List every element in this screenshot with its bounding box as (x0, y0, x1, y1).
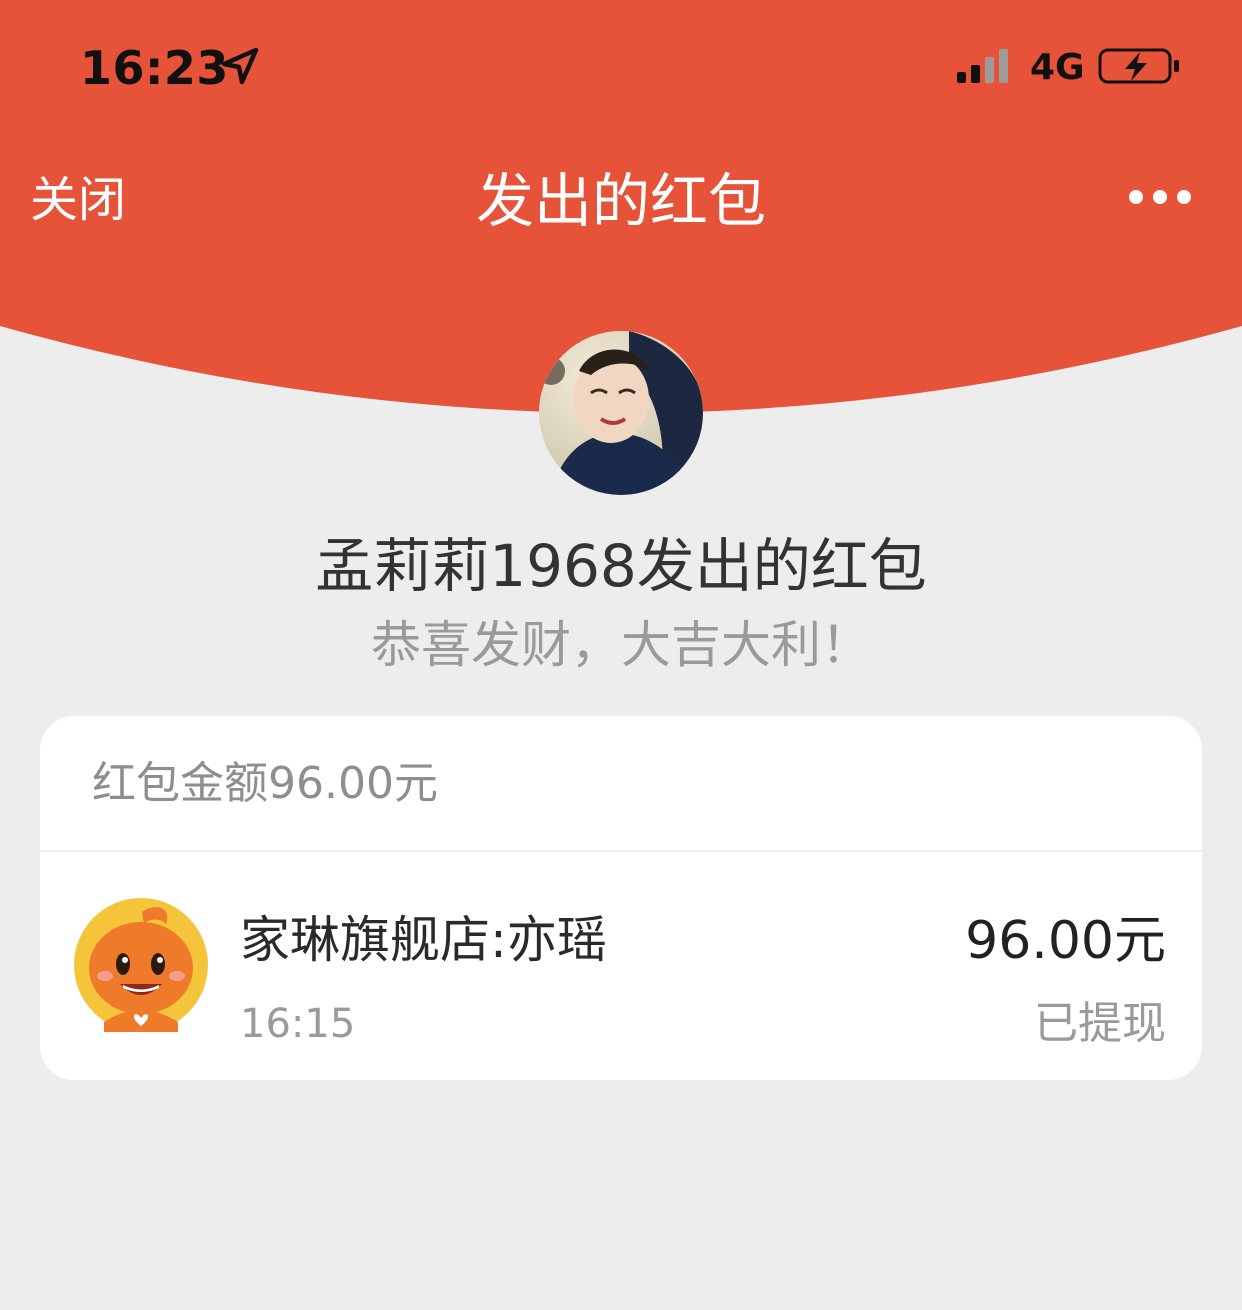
sender-name: 孟莉莉1968 (315, 532, 637, 600)
summary-label: 红包金额 (92, 758, 268, 809)
signal-bars-icon (957, 49, 1008, 83)
network-type-label: 4G (1030, 47, 1085, 88)
blessing-message: 恭喜发财，大吉大利！ (371, 616, 871, 674)
receiver-row[interactable]: 家琳旗舰店:亦瑶 16:15 96.00元 已提现 (40, 852, 1202, 1080)
summary-unit: 元 (393, 758, 438, 809)
receive-amount: 96.00元 (965, 911, 1166, 971)
sender-avatar[interactable] (539, 331, 703, 495)
receive-status: 已提现 (1034, 998, 1166, 1049)
packet-summary: 红包金额96.00元 (92, 756, 438, 812)
receiver-avatar (74, 898, 208, 1032)
location-arrow-icon (221, 47, 259, 85)
red-packet-card: 红包金额96.00元 家琳旗舰店:亦瑶 16:15 96.00元 已提现 (40, 716, 1202, 1080)
receive-time: 16:15 (240, 1001, 356, 1047)
sender-title: 孟莉莉1968发出的红包 (0, 528, 1242, 604)
more-dots-icon[interactable] (1122, 180, 1198, 214)
sender-title-suffix: 发出的红包 (636, 532, 927, 600)
page-title: 发出的红包 (475, 167, 766, 235)
battery-charging-icon (1098, 48, 1179, 84)
status-time: 16:23 (80, 41, 229, 95)
receiver-name: 家琳旗舰店:亦瑶 (240, 911, 607, 969)
summary-amount: 96.00 (268, 758, 394, 809)
